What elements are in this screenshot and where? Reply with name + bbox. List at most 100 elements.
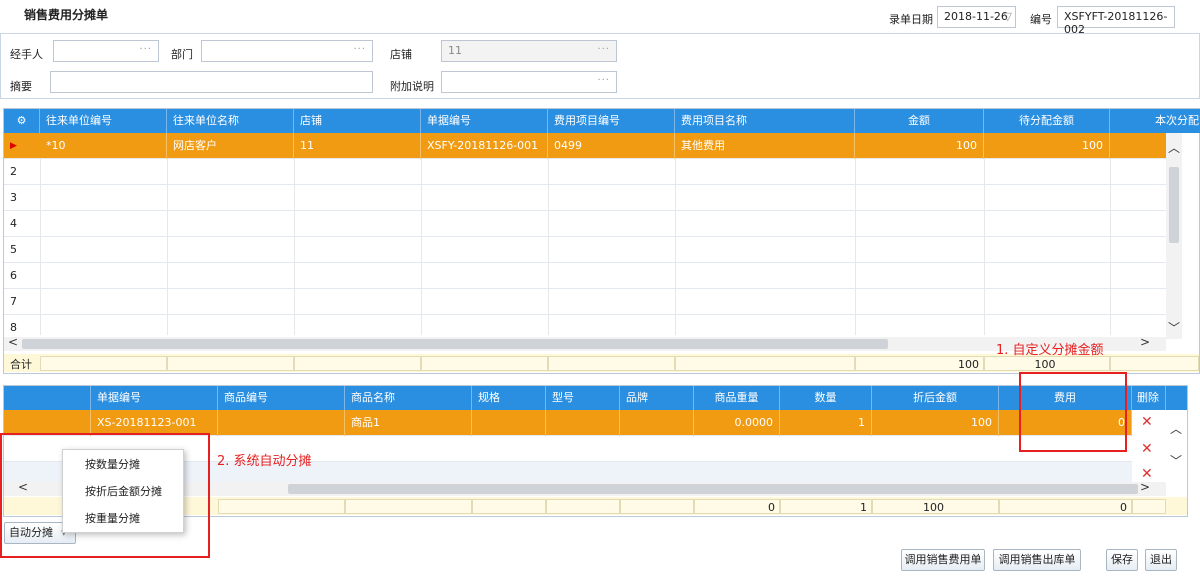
table-row[interactable]: 4	[4, 211, 1166, 237]
date-field[interactable]: 2018-11-26 ▽	[937, 6, 1016, 28]
cell[interactable]: 0499	[548, 133, 675, 159]
dept-label: 部门	[171, 48, 193, 61]
column-header[interactable]: 金额	[855, 109, 984, 133]
cell[interactable]: 100	[872, 410, 999, 436]
call-fee-bill-button[interactable]: 调用销售费用单	[901, 549, 985, 571]
table-row[interactable]: 3	[4, 185, 1166, 211]
column-divider	[675, 159, 676, 335]
column-header[interactable]: 商品编号	[218, 386, 345, 410]
scroll-thumb[interactable]	[288, 484, 1138, 494]
cell[interactable]: 网店客户	[167, 133, 294, 159]
column-divider	[855, 159, 856, 335]
horizontal-scrollbar[interactable]: < >	[4, 335, 1166, 351]
column-header	[1166, 386, 1187, 410]
gear-icon[interactable]: ⚙	[4, 109, 40, 133]
column-header[interactable]: 规格	[472, 386, 546, 410]
cell[interactable]	[546, 410, 620, 436]
column-header[interactable]: 费用项目名称	[675, 109, 855, 133]
cell[interactable]: 0.0000	[694, 410, 780, 436]
column-header[interactable]: 折后金额	[872, 386, 999, 410]
sum-cell	[548, 356, 675, 371]
column-header[interactable]: 店铺	[294, 109, 421, 133]
cell[interactable]: *10	[40, 133, 167, 159]
column-header[interactable]: 商品名称	[345, 386, 472, 410]
cell[interactable]: 1	[780, 410, 872, 436]
cell[interactable]: 100	[855, 133, 984, 159]
chevron-down-icon[interactable]: ▽	[1004, 10, 1012, 23]
sum-qty: 1	[780, 499, 872, 514]
no-field[interactable]: XSFYFT-20181126-002	[1057, 6, 1175, 36]
sum-label: 合计	[10, 358, 32, 371]
cell[interactable]: XSFY-20181126-001	[421, 133, 548, 159]
column-header[interactable]: 商品重量	[694, 386, 780, 410]
more-icon[interactable]: ···	[597, 44, 610, 55]
column-header[interactable]: 数量	[780, 386, 872, 410]
no-label: 编号	[1030, 13, 1052, 26]
vertical-scrollbar[interactable]: ︿ ﹀	[1168, 410, 1184, 488]
sum-weight: 0	[694, 499, 780, 514]
cell[interactable]	[472, 410, 546, 436]
sum-pending: 100	[984, 356, 1110, 371]
table-row[interactable]: 8	[4, 315, 1166, 335]
cell[interactable]	[218, 410, 345, 436]
store-label: 店铺	[390, 48, 412, 61]
chevron-right-icon[interactable]: >	[1140, 480, 1150, 494]
scroll-thumb[interactable]	[1169, 167, 1179, 243]
column-header[interactable]: 型号	[546, 386, 620, 410]
table-row[interactable]: 6	[4, 263, 1166, 289]
grid-header: ⚙ 往来单位编号 往来单位名称 店铺 单据编号 费用项目编号 费用项目名称 金额…	[4, 109, 1200, 133]
store-field[interactable]: 11 ···	[441, 40, 617, 62]
column-header[interactable]: 品牌	[620, 386, 694, 410]
chevron-right-icon[interactable]: >	[1140, 335, 1150, 349]
column-divider	[40, 159, 41, 335]
sum-amount: 100	[855, 356, 984, 371]
chevron-up-icon[interactable]: ︿	[1170, 420, 1182, 437]
more-icon[interactable]: ···	[139, 44, 152, 55]
annotation-box-fee	[1019, 372, 1127, 452]
delete-icon[interactable]: ✕	[1141, 441, 1153, 457]
scroll-thumb[interactable]	[22, 339, 888, 349]
call-outbound-bill-button[interactable]: 调用销售出库单	[993, 549, 1081, 571]
cell[interactable]: 商品1	[345, 410, 472, 436]
dept-field[interactable]: ···	[201, 40, 373, 62]
store-value: 11	[448, 44, 462, 57]
page-title: 销售费用分摊单	[24, 8, 109, 22]
table-row[interactable]: 5	[4, 237, 1166, 263]
sum-cell	[345, 499, 472, 514]
vertical-scrollbar[interactable]: ︿ ﹀	[1166, 133, 1182, 339]
column-header[interactable]: 删除	[1132, 386, 1166, 410]
exit-button[interactable]: 退出	[1145, 549, 1177, 571]
sum-cell	[1132, 499, 1166, 514]
more-icon[interactable]: ···	[597, 75, 610, 86]
row-number: 2	[10, 165, 17, 178]
sum-cell	[675, 356, 855, 371]
cell[interactable]: 其他费用	[675, 133, 855, 159]
column-header[interactable]: 单据编号	[421, 109, 548, 133]
more-icon[interactable]: ···	[353, 44, 366, 55]
column-header[interactable]: 往来单位编号	[40, 109, 167, 133]
cell[interactable]: 11	[294, 133, 421, 159]
save-button[interactable]: 保存	[1106, 549, 1138, 571]
cell[interactable]	[1110, 133, 1166, 159]
chevron-up-icon[interactable]: ︿	[1168, 139, 1180, 156]
column-header[interactable]: 本次分配	[1110, 109, 1200, 133]
note-field[interactable]: ···	[441, 71, 617, 93]
chevron-left-icon[interactable]: <	[8, 335, 18, 349]
cell[interactable]: 100	[984, 133, 1110, 159]
table-row[interactable]: 7	[4, 289, 1166, 315]
handler-field[interactable]: ···	[53, 40, 159, 62]
chevron-down-icon[interactable]: ﹀	[1170, 452, 1182, 469]
column-header[interactable]: 单据编号	[91, 386, 218, 410]
table-row[interactable]: ▶ *10 网店客户 11 XSFY-20181126-001 0499 其他费…	[4, 133, 1166, 159]
column-header[interactable]: 待分配金额	[984, 109, 1110, 133]
column-header[interactable]: 费用项目编号	[548, 109, 675, 133]
column-header[interactable]: 往来单位名称	[167, 109, 294, 133]
row-pointer-icon: ▶	[10, 141, 17, 151]
chevron-down-icon[interactable]: ﹀	[1168, 319, 1180, 336]
summary-field[interactable]	[50, 71, 373, 93]
row-number: 6	[10, 269, 17, 282]
delete-icon[interactable]: ✕	[1141, 414, 1153, 430]
cell[interactable]	[620, 410, 694, 436]
sum-cell	[472, 499, 546, 514]
table-row[interactable]: 2	[4, 159, 1166, 185]
